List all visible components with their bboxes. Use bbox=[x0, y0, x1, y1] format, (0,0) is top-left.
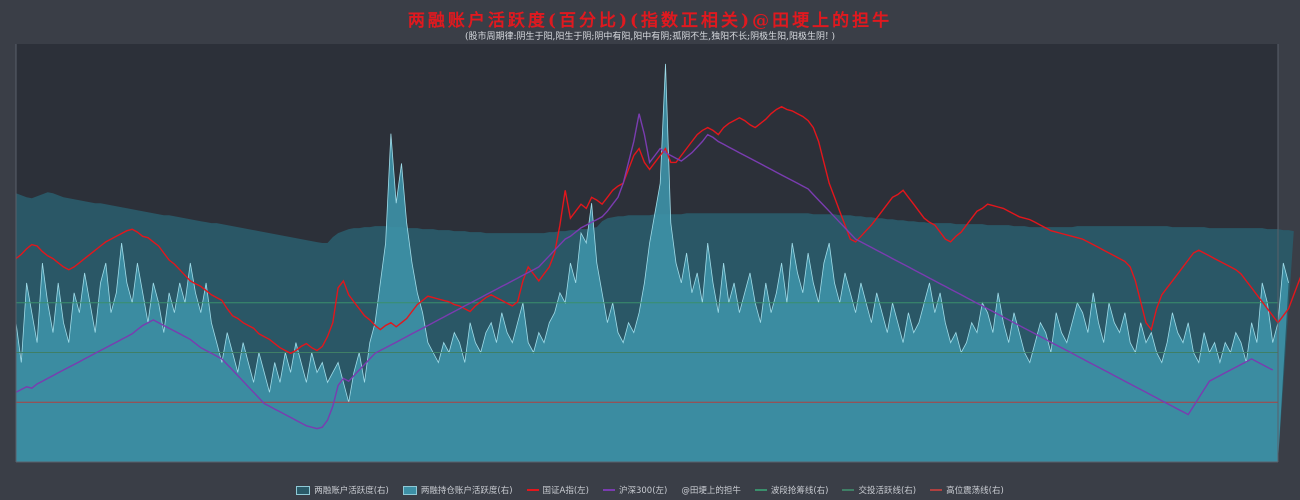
legend-item-2: 国证A指(左) bbox=[526, 484, 589, 496]
legend-label: 两融账户活跃度(右) bbox=[314, 486, 389, 496]
legend-swatch bbox=[602, 489, 615, 491]
legend-swatch bbox=[526, 489, 539, 491]
legend-item-3: 沪深300(左) bbox=[602, 484, 668, 496]
legend-swatch bbox=[296, 485, 311, 495]
legend-label: 沪深300(左) bbox=[618, 486, 668, 496]
legend-item-4: @田埂上的担牛 bbox=[681, 484, 741, 496]
legend-item-7: 高位震荡线(右) bbox=[930, 484, 1004, 496]
legend-swatch bbox=[930, 489, 943, 491]
legend-item-6: 交投活跃线(右) bbox=[842, 484, 916, 496]
legend-label: 波段抢筹线(右) bbox=[770, 486, 829, 496]
legend-label: 高位震荡线(右) bbox=[946, 486, 1004, 496]
legend-label: 国证A指(左) bbox=[542, 486, 589, 496]
legend-label: @田埂上的担牛 bbox=[681, 486, 741, 496]
legend-swatch bbox=[754, 489, 767, 491]
legend-swatch bbox=[842, 489, 855, 491]
legend-item-0: 两融账户活跃度(右) bbox=[296, 484, 389, 496]
chart-legend: 两融账户活跃度(右) 两融持仓账户活跃度(右) 国证A指(左) 沪深300(左) @田埂… bbox=[0, 484, 1300, 496]
legend-item-5: 波段抢筹线(右) bbox=[754, 484, 829, 496]
chart-svg bbox=[15, 44, 1300, 463]
legend-item-1: 两融持仓账户活跃度(右) bbox=[402, 484, 513, 496]
legend-swatch bbox=[402, 485, 417, 495]
legend-label: 两融持仓账户活跃度(右) bbox=[420, 486, 513, 496]
legend-label: 交投活跃线(右) bbox=[858, 486, 917, 496]
chart-frame: 两融账户活跃度(百分比)(指数正相关)@田埂上的担牛 (股市周期律:阴生于阳,阳… bbox=[0, 0, 1300, 500]
